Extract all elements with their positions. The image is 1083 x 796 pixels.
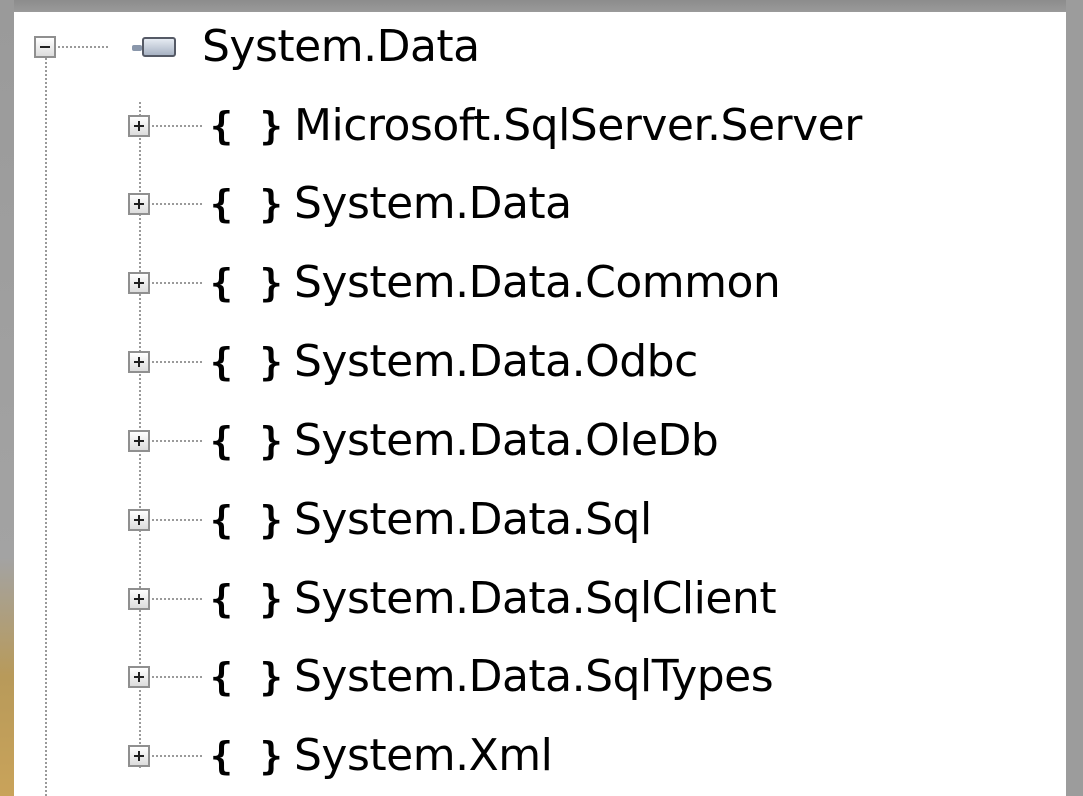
expand-toggle[interactable] bbox=[128, 115, 150, 137]
collapse-toggle[interactable] bbox=[34, 36, 56, 58]
namespace-icon: { } bbox=[210, 182, 285, 226]
tree-node-namespace[interactable]: { } System.Data bbox=[14, 178, 1054, 230]
tree-node-label: System.Data bbox=[202, 21, 480, 72]
tree-node-namespace[interactable]: { } System.Xml bbox=[14, 730, 1054, 782]
tree-node-namespace[interactable]: { } System.Data.Sql bbox=[14, 494, 1054, 546]
tree-connector bbox=[152, 755, 204, 757]
tree-connector bbox=[152, 598, 204, 600]
tree-connector bbox=[152, 282, 204, 284]
tree-node-label: Microsoft.SqlServer.Server bbox=[294, 100, 862, 151]
tree-node-label: System.Data.OleDb bbox=[294, 415, 719, 466]
tree-connector bbox=[58, 46, 110, 48]
tree-node-label: System.Data.SqlClient bbox=[294, 573, 777, 624]
tree-node-namespace[interactable]: { } System.Data.SqlTypes bbox=[14, 651, 1054, 703]
namespace-icon: { } bbox=[210, 261, 285, 305]
expand-toggle[interactable] bbox=[128, 666, 150, 688]
tree-node-namespace[interactable]: { } Microsoft.SqlServer.Server bbox=[14, 100, 1054, 152]
tree-connector bbox=[152, 203, 204, 205]
window-top-border bbox=[0, 0, 1083, 12]
tree-node-label: System.Data.Sql bbox=[294, 494, 652, 545]
expand-toggle[interactable] bbox=[128, 509, 150, 531]
namespace-icon: { } bbox=[210, 655, 285, 699]
namespace-icon: { } bbox=[210, 419, 285, 463]
window-right-border bbox=[1066, 0, 1083, 796]
expand-toggle[interactable] bbox=[128, 588, 150, 610]
expand-toggle[interactable] bbox=[128, 745, 150, 767]
tree-node-label: System.Xml bbox=[294, 730, 553, 781]
namespace-icon: { } bbox=[210, 104, 285, 148]
tree-connector bbox=[152, 440, 204, 442]
tree-connector bbox=[152, 361, 204, 363]
assembly-icon bbox=[132, 37, 176, 57]
namespace-icon: { } bbox=[210, 577, 285, 621]
tree-connector bbox=[152, 125, 204, 127]
tree-node-namespace[interactable]: { } System.Data.OleDb bbox=[14, 415, 1054, 467]
tree-node-namespace[interactable]: { } System.Data.Common bbox=[14, 257, 1054, 309]
tree-node-label: System.Data.SqlTypes bbox=[294, 651, 774, 702]
namespace-icon: { } bbox=[210, 734, 285, 778]
expand-toggle[interactable] bbox=[128, 272, 150, 294]
tree-node-label: System.Data.Common bbox=[294, 257, 781, 308]
tree-node-namespace[interactable]: { } System.Data.SqlClient bbox=[14, 573, 1054, 625]
expand-toggle[interactable] bbox=[128, 430, 150, 452]
tree-connector bbox=[152, 676, 204, 678]
namespace-icon: { } bbox=[210, 340, 285, 384]
object-browser-tree[interactable]: System.Data { } Microsoft.SqlServer.Serv… bbox=[14, 12, 1066, 796]
tree-node-root[interactable]: System.Data bbox=[14, 21, 1054, 73]
expand-toggle[interactable] bbox=[128, 351, 150, 373]
namespace-icon: { } bbox=[210, 498, 285, 542]
tree-node-namespace[interactable]: { } System.Data.Odbc bbox=[14, 336, 1054, 388]
tree-connector bbox=[152, 519, 204, 521]
window-left-border bbox=[0, 0, 14, 796]
tree-node-label: System.Data bbox=[294, 178, 572, 229]
expand-toggle[interactable] bbox=[128, 193, 150, 215]
tree-node-label: System.Data.Odbc bbox=[294, 336, 698, 387]
